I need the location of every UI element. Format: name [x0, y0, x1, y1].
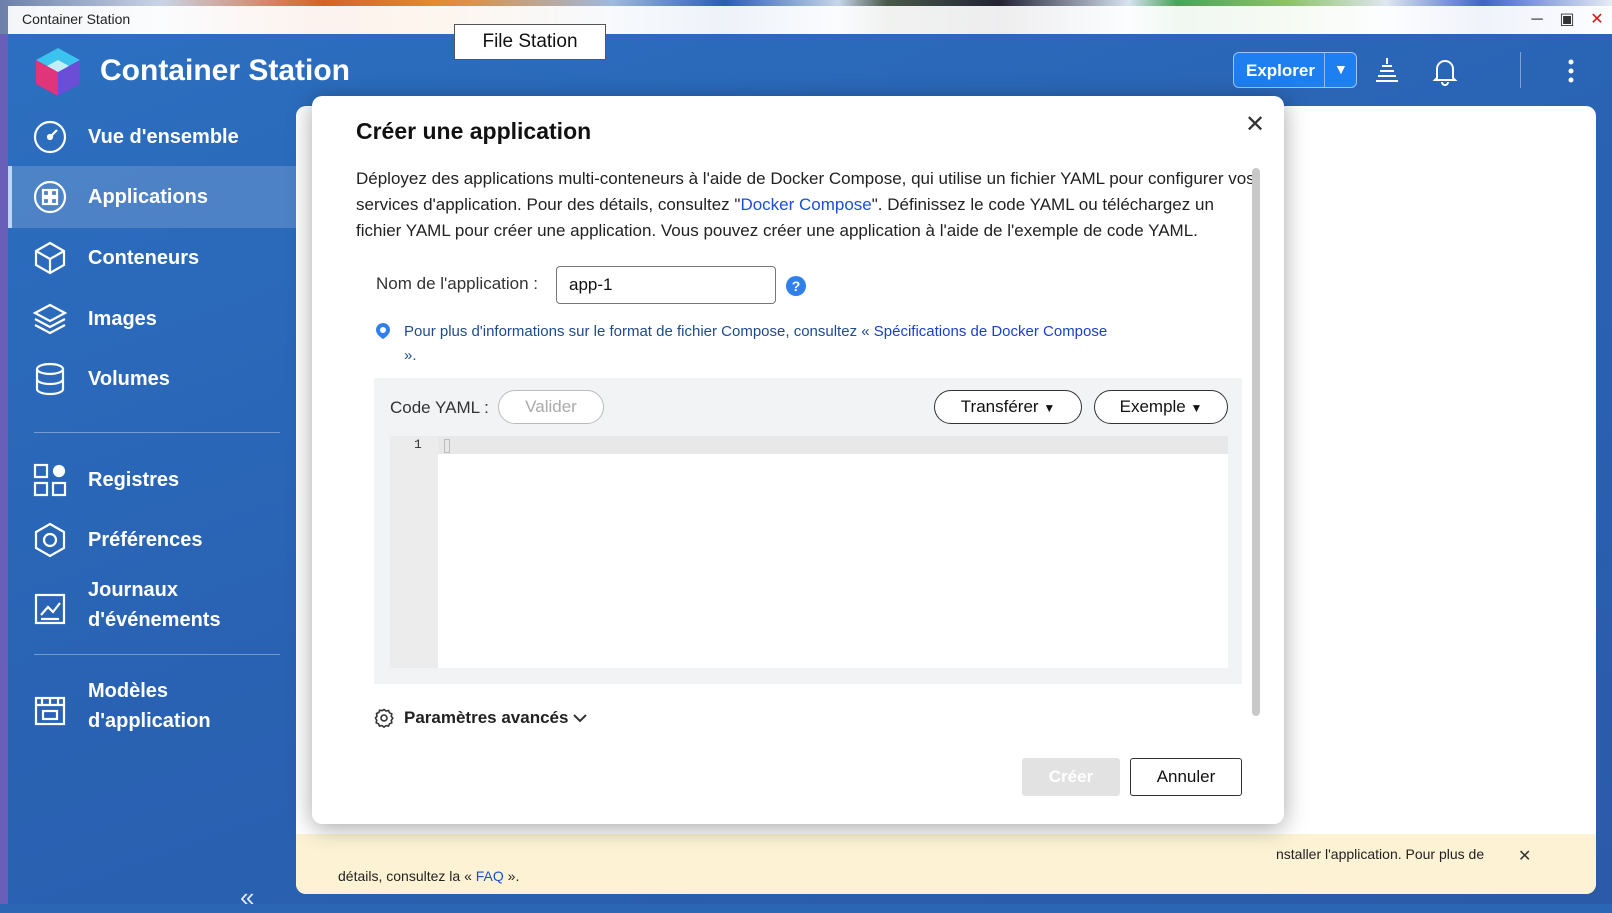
sidebar-item-volumes[interactable]: Volumes	[8, 348, 296, 410]
docker-compose-link[interactable]: Docker Compose	[740, 195, 871, 214]
log-icon	[34, 593, 66, 625]
sidebar-divider	[34, 654, 280, 655]
registry-icon	[33, 463, 67, 497]
template-icon	[34, 696, 66, 726]
close-icon[interactable]: ✕	[1240, 110, 1270, 140]
layers-icon	[32, 303, 68, 335]
sidebar-item-label: Applications	[88, 186, 209, 208]
header-divider	[1520, 52, 1521, 88]
container-icon	[34, 241, 66, 275]
transfer-label: Transférer	[960, 397, 1039, 416]
faq-link[interactable]: FAQ	[476, 868, 504, 884]
sidebar-item-label: Conteneurs	[88, 247, 200, 269]
info-prefix: Pour plus d'informations sur le format d…	[404, 323, 870, 340]
sidebar-item-label: Préférences	[88, 529, 203, 551]
database-icon	[35, 362, 65, 396]
sidebar-item-label: Journaux d'événements	[88, 579, 221, 631]
dialog-title: Créer une application	[356, 118, 592, 144]
maximize-icon[interactable]: ▣	[1556, 9, 1578, 31]
more-icon[interactable]	[1554, 54, 1588, 88]
dialog-description: Déployez des applications multi-conteneu…	[356, 166, 1256, 244]
yaml-editor[interactable]: 1	[390, 436, 1228, 668]
gear-icon	[374, 708, 394, 728]
notice-text-line2: détails, consultez la « FAQ ».	[338, 868, 519, 884]
notice-text-prefix: détails, consultez la «	[338, 868, 472, 884]
line-gutter: 1	[390, 436, 438, 668]
sidebar-item-label: Modèles d'application	[88, 680, 211, 732]
sidebar-item-preferences[interactable]: Préférences	[8, 509, 296, 571]
collapse-sidebar-icon[interactable]: «	[240, 882, 270, 912]
notice-text-suffix: ».	[507, 868, 520, 884]
sidebar-item-images[interactable]: Images	[8, 288, 296, 350]
explorer-button[interactable]: Explorer ▼	[1233, 52, 1357, 88]
text-cursor	[444, 439, 450, 453]
applications-icon	[33, 180, 67, 214]
advanced-settings-label: Paramètres avancés	[404, 708, 569, 727]
yaml-code-label: Code YAML :	[390, 398, 489, 417]
sidebar-item-label: Registres	[88, 469, 180, 491]
help-icon[interactable]: ?	[786, 276, 806, 296]
dashboard-icon	[33, 120, 67, 154]
explorer-separator	[1324, 53, 1325, 87]
sidebar-item-event-logs[interactable]: Journaux d'événements	[8, 571, 296, 641]
sidebar-item-containers[interactable]: Conteneurs	[8, 227, 296, 289]
sidebar-item-applications[interactable]: Applications	[8, 166, 296, 228]
create-button[interactable]: Créer	[1022, 758, 1120, 796]
window-titlebar: Container Station ─ ▣ ✕	[8, 6, 1612, 34]
transfer-button[interactable]: Transférer ▼	[934, 390, 1082, 424]
info-icon	[376, 323, 390, 339]
app-name-label: Nom de l'application :	[376, 274, 538, 293]
yaml-code-section: Code YAML : Valider Transférer ▼ Exemple…	[374, 378, 1242, 684]
compose-info-text: Pour plus d'informations sur le format d…	[404, 320, 1164, 368]
chevron-down-icon	[573, 714, 587, 723]
caret-down-icon: ▼	[1043, 401, 1056, 415]
sidebar-divider	[34, 432, 280, 433]
chevron-down-icon[interactable]: ▼	[1334, 61, 1348, 77]
bell-icon[interactable]	[1428, 54, 1462, 88]
active-line	[438, 436, 1228, 454]
sidebar: Vue d'ensemble Applications Conteneurs I…	[8, 106, 296, 912]
example-button[interactable]: Exemple ▼	[1094, 390, 1228, 424]
close-icon[interactable]: ✕	[1586, 9, 1608, 31]
notice-banner: nstaller l'application. Pour plus de dét…	[296, 834, 1596, 894]
sidebar-item-app-templates[interactable]: Modèles d'application	[8, 672, 296, 742]
notice-text: nstaller l'application. Pour plus de	[1276, 846, 1485, 862]
sidebar-item-overview[interactable]: Vue d'ensemble	[8, 106, 296, 168]
sidebar-item-label: Volumes	[88, 368, 170, 390]
window-title: Container Station	[22, 11, 131, 27]
cancel-button[interactable]: Annuler	[1130, 758, 1242, 796]
explorer-label: Explorer	[1246, 61, 1315, 80]
desktop-edge	[0, 34, 8, 904]
example-label: Exemple	[1119, 397, 1186, 416]
app-title: Container Station	[100, 54, 351, 87]
info-suffix: ».	[404, 347, 417, 364]
sidebar-item-label: Vue d'ensemble	[88, 126, 239, 148]
settings-icon	[34, 522, 66, 558]
sidebar-item-label: Images	[88, 308, 157, 330]
app-name-input[interactable]	[556, 266, 776, 304]
sidebar-item-registries[interactable]: Registres	[8, 449, 296, 511]
compose-spec-link[interactable]: Spécifications de Docker Compose	[874, 323, 1107, 340]
dialog-scrollbar[interactable]	[1252, 168, 1260, 716]
line-number: 1	[414, 437, 422, 452]
logo-icon	[36, 48, 80, 96]
validate-button[interactable]: Valider	[498, 390, 604, 424]
file-station-tooltip: File Station	[454, 24, 606, 60]
tasks-icon[interactable]	[1370, 54, 1404, 88]
create-application-dialog: Créer une application ✕ Déployez des app…	[312, 96, 1284, 824]
minimize-icon[interactable]: ─	[1526, 9, 1548, 31]
close-notice-icon[interactable]: ✕	[1518, 846, 1531, 866]
caret-down-icon: ▼	[1190, 401, 1203, 415]
